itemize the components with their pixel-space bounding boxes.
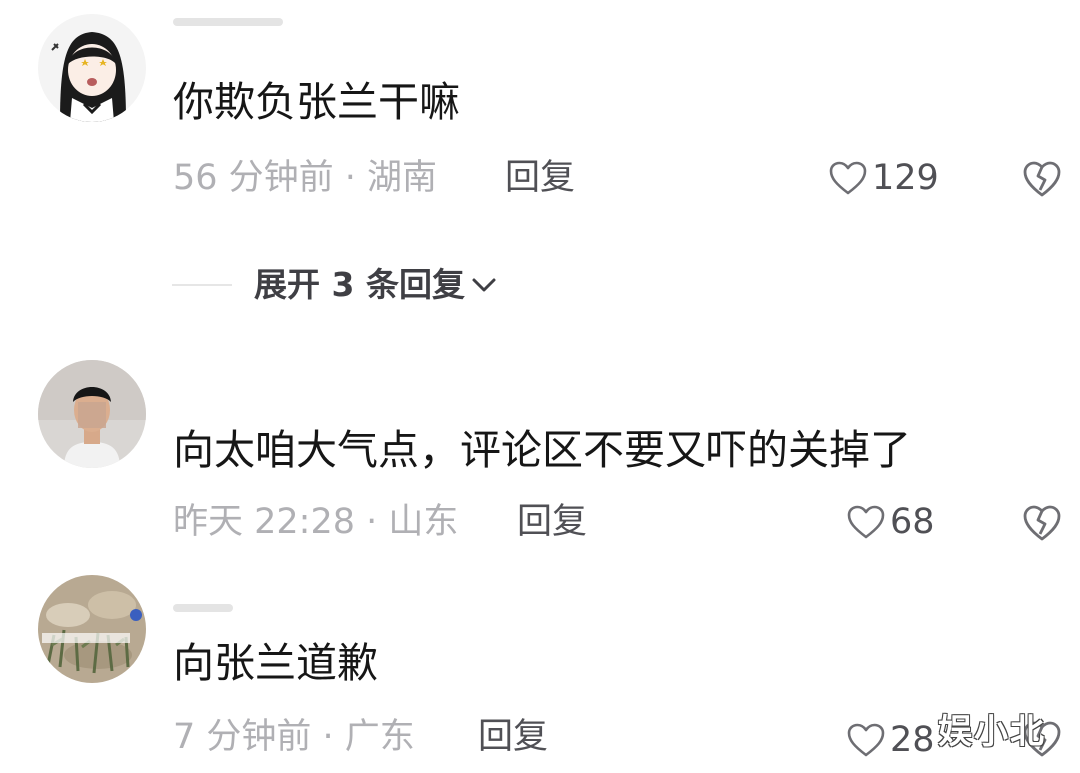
reply-button[interactable]: 回复 [517, 500, 587, 544]
expand-replies-label: 展开 3 条回复 [254, 265, 465, 304]
grass-photo-avatar-icon [38, 575, 146, 683]
comment-text: 你欺负张兰干嘛 [173, 78, 460, 126]
dislike-button[interactable] [1022, 504, 1062, 542]
like-button[interactable]: 129 [828, 156, 939, 200]
like-count: 28 [890, 720, 935, 760]
divider-line [172, 284, 232, 286]
comment-meta: 56 分钟前 · 湖南 [173, 158, 438, 198]
man-photo-avatar-icon [38, 360, 146, 468]
dislike-button[interactable] [1022, 160, 1062, 198]
expand-replies-button[interactable]: 展开 3 条回复 [172, 264, 497, 306]
reply-button[interactable]: 回复 [505, 156, 575, 200]
anime-girl-avatar-icon [38, 14, 146, 122]
chevron-down-icon [472, 278, 496, 292]
reply-button[interactable]: 回复 [478, 715, 548, 759]
like-count: 68 [890, 502, 935, 542]
commenter-avatar[interactable] [38, 575, 146, 683]
commenter-avatar[interactable] [38, 14, 146, 122]
heart-icon [847, 723, 885, 757]
comment-text: 向张兰道歉 [173, 639, 378, 687]
like-button[interactable]: 28 [846, 718, 935, 762]
comment-meta: 昨天 22:28 · 山东 [173, 502, 459, 542]
commenter-avatar[interactable] [38, 360, 146, 468]
broken-heart-icon [1023, 505, 1061, 541]
comment-meta: 7 分钟前 · 广东 [173, 717, 415, 757]
like-button[interactable]: 68 [846, 500, 935, 544]
comment-text: 向太咱大气点，评论区不要又吓的关掉了 [173, 426, 911, 474]
watermark: 娱小北 [938, 712, 1046, 752]
heart-icon [847, 505, 885, 539]
username-placeholder[interactable] [173, 604, 233, 612]
broken-heart-icon [1023, 161, 1061, 197]
username-placeholder[interactable] [173, 18, 283, 26]
heart-icon [829, 161, 867, 195]
like-count: 129 [872, 158, 939, 198]
